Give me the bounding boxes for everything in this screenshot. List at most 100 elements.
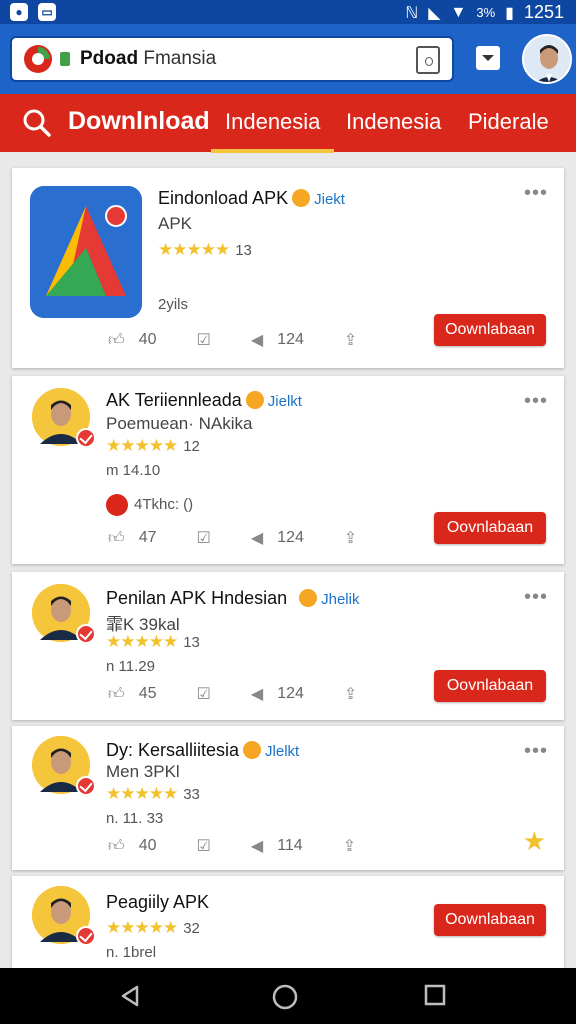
recents-icon[interactable] bbox=[424, 984, 446, 1006]
more-options-icon[interactable]: ••• bbox=[524, 740, 548, 763]
app-meta: 2yils bbox=[158, 296, 189, 313]
download-button[interactable]: Oownlabaan bbox=[434, 904, 546, 936]
page-info-icon[interactable] bbox=[416, 46, 440, 74]
list-item[interactable]: AK Teriiennleada Jielkt Poemuean· NAkika … bbox=[12, 376, 564, 564]
rating-stars: ★★★★★ 32 bbox=[106, 918, 200, 937]
list-item[interactable]: Penilan APK Hndesian Jhelik 霏K 39kal ★★★★… bbox=[12, 572, 564, 720]
share-icon[interactable]: ⇪ bbox=[344, 684, 357, 704]
share-count: 124 bbox=[277, 529, 304, 546]
more-options-icon[interactable]: ••• bbox=[524, 586, 548, 609]
list-item[interactable]: Peagiily APK ★★★★★ 32 n. 1brel Oownlabaan bbox=[12, 876, 564, 968]
list-item[interactable]: Dy: Kersalliitesia Jlelkt Men 3PKl ★★★★★ 3… bbox=[12, 726, 564, 870]
more-options-icon[interactable]: ••• bbox=[524, 390, 548, 413]
like-icon[interactable]: 👍︎ bbox=[108, 837, 125, 856]
home-icon[interactable] bbox=[272, 984, 298, 1010]
share-count: 124 bbox=[277, 685, 304, 702]
tab-switcher-button[interactable] bbox=[476, 46, 500, 70]
share-icon[interactable]: ⇪ bbox=[343, 836, 356, 856]
app-title: Dy: Kersalliitesia Jlelkt bbox=[106, 740, 300, 760]
system-nav-bar bbox=[0, 968, 576, 1024]
clock: 1251 bbox=[523, 2, 564, 22]
share-count: 114 bbox=[277, 837, 303, 854]
avatar bbox=[32, 886, 96, 946]
rating-stars: ★★★★★ 33 bbox=[106, 784, 200, 803]
person-icon bbox=[524, 36, 570, 82]
download-button[interactable]: Oovnlabaan bbox=[434, 670, 546, 702]
like-count: 40 bbox=[138, 331, 157, 348]
address-bar[interactable]: Pdoad Fmansia bbox=[10, 36, 454, 82]
battery-text: 3% bbox=[476, 5, 496, 20]
notification-icon: ● bbox=[10, 3, 28, 21]
share-icon[interactable]: ⇪ bbox=[344, 330, 357, 350]
app-meta: m 14.10 bbox=[106, 462, 161, 479]
app-title: AK Teriiennleada Jielkt bbox=[106, 390, 302, 410]
edit-icon[interactable]: ☑︎ bbox=[197, 836, 211, 856]
edit-icon[interactable]: ☑︎ bbox=[197, 330, 211, 350]
app-meta: n. 1brel bbox=[106, 944, 157, 961]
back-icon[interactable] bbox=[118, 984, 142, 1008]
like-icon[interactable]: 👍︎ bbox=[108, 331, 125, 350]
download-button[interactable]: Oownlabaan bbox=[434, 314, 546, 346]
edit-icon[interactable]: ☑︎ bbox=[197, 528, 211, 548]
action-row: 👍︎ 47 ☑︎ ◀ 124 ⇪ bbox=[108, 528, 357, 548]
like-count: 40 bbox=[138, 837, 157, 854]
share-icon[interactable]: ⇪ bbox=[344, 528, 357, 548]
verified-icon bbox=[76, 428, 96, 448]
edit-icon[interactable]: ☑︎ bbox=[197, 684, 211, 704]
share-count: 124 bbox=[277, 331, 304, 348]
action-row: 👍︎ 40 ☑︎ ◀ 114 ⇪ bbox=[108, 836, 356, 856]
favorite-star-icon[interactable]: ★ bbox=[523, 826, 546, 857]
reply-icon[interactable]: ◀ bbox=[251, 836, 263, 856]
app-subtitle: Men 3PKl bbox=[106, 762, 180, 781]
gallery-icon: ▭ bbox=[38, 3, 56, 21]
action-row: 👍︎ 40 ☑︎ ◀ 124 ⇪ bbox=[108, 330, 357, 350]
developer-logo-icon bbox=[106, 494, 128, 516]
browser-logo-icon bbox=[24, 45, 52, 73]
top-nav: Downlnload Indenesia Indenesia Piderale bbox=[0, 94, 576, 153]
badge-icon bbox=[243, 741, 262, 759]
like-count: 47 bbox=[138, 529, 157, 546]
search-icon[interactable] bbox=[22, 108, 52, 138]
developer-text: 4Tkhc: () bbox=[134, 496, 194, 513]
verified-icon bbox=[76, 926, 96, 946]
nav-title: Downlnload bbox=[68, 107, 210, 135]
app-subtitle: Poemuean· NAkika bbox=[106, 414, 253, 433]
action-row: 👍︎ 45 ☑︎ ◀ 124 ⇪ bbox=[108, 684, 357, 704]
more-options-icon[interactable]: ••• bbox=[524, 182, 548, 205]
verified-icon bbox=[76, 624, 96, 644]
badge-icon bbox=[299, 589, 318, 607]
download-button[interactable]: Oovnlabaan bbox=[434, 512, 546, 544]
status-bar: ● ▭ ℕ ◣ ▼ 3% ▮ 1251 bbox=[0, 0, 576, 24]
avatar bbox=[32, 388, 96, 448]
battery-icon: ▮ bbox=[505, 4, 514, 22]
profile-avatar[interactable] bbox=[522, 34, 572, 84]
app-subtitle: APK bbox=[158, 214, 193, 233]
app-icon bbox=[30, 186, 142, 318]
list-item[interactable]: Eindonload APK Jiekt APK ★★★★★ 13 2yils ••… bbox=[12, 168, 564, 368]
rating-stars: ★★★★★ 13 bbox=[158, 240, 252, 259]
app-title: Peagiily APK bbox=[106, 892, 210, 912]
rating-stars: ★★★★★ 12 bbox=[106, 436, 200, 455]
reply-icon[interactable]: ◀ bbox=[251, 330, 263, 350]
app-title: Penilan APK Hndesian Jhelik bbox=[106, 588, 360, 608]
browser-toolbar: Pdoad Fmansia bbox=[0, 24, 576, 94]
reply-icon[interactable]: ◀ bbox=[251, 684, 263, 704]
like-icon[interactable]: 👍︎ bbox=[108, 529, 125, 548]
verified-icon bbox=[76, 776, 96, 796]
avatar bbox=[32, 584, 96, 644]
avatar bbox=[32, 736, 96, 796]
tab-indenesia-2[interactable]: Indenesia bbox=[346, 109, 441, 135]
app-meta: n 11.29 bbox=[106, 658, 155, 675]
signal-icon: ◣ bbox=[428, 4, 441, 22]
tab-piderale[interactable]: Piderale bbox=[468, 109, 549, 135]
like-icon[interactable]: 👍︎ bbox=[108, 685, 125, 704]
app-logo-icon bbox=[30, 186, 142, 318]
nfc-icon: ℕ bbox=[405, 4, 419, 22]
rating-stars: ★★★★★ 13 bbox=[106, 632, 200, 651]
tab-indenesia-1[interactable]: Indenesia bbox=[210, 109, 335, 153]
wifi-icon: ▼ bbox=[450, 3, 467, 21]
app-title: Eindonload APK Jiekt bbox=[158, 188, 345, 208]
badge-icon bbox=[292, 189, 311, 207]
reply-icon[interactable]: ◀ bbox=[251, 528, 263, 548]
badge-icon bbox=[245, 391, 264, 409]
